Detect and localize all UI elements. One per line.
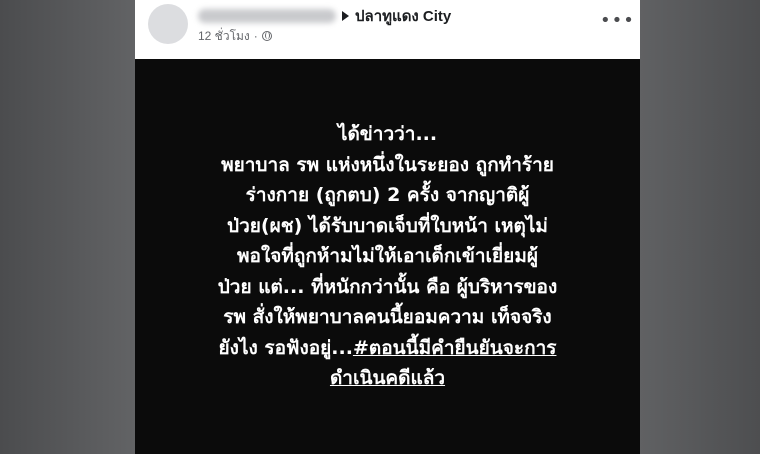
play-arrow-icon — [342, 11, 349, 21]
post-body: ได้ข่าวว่า... พยาบาล รพ แห่งหนึ่งในระยอง… — [135, 59, 640, 454]
text-line: ร่างกาย (ถูกตบ) 2 ครั้ง จากญาติผู้ — [245, 184, 530, 206]
hashtag-continuation: ดำเนินคดีแล้ว — [155, 363, 620, 394]
text-line: พอใจที่ถูกห้ามไม่ให้เอาเด็กเข้าเยี่ยมผู้ — [237, 245, 538, 267]
globe-icon — [261, 31, 272, 41]
group-name[interactable]: ปลาทูแดง City — [355, 4, 451, 28]
text-line: ป่วย(ผช) ได้รับบาดเจ็บที่ใบหน้า เหตุไม่ — [227, 214, 548, 237]
meta-separator: · — [253, 29, 258, 43]
more-options-icon[interactable]: ••• — [600, 12, 634, 30]
text-line: ป่วย แต่... ที่หนักกว่านั้น คือ ผู้บริหา… — [217, 275, 558, 298]
facebook-post: ปลาทูแดง City 12 ชั่วโมง · ••• ได้ข่าวว่… — [135, 0, 640, 454]
post-header: ปลาทูแดง City 12 ชั่วโมง · ••• — [135, 0, 640, 59]
text-line: รพ สั่งให้พยาบาลคนนี้ยอมความ เท็จจริง — [223, 306, 552, 328]
hashtag-link[interactable]: #ตอนนี้มีคำยืนยันจะการ — [353, 337, 557, 359]
hashtag-link-continued[interactable]: ดำเนินคดีแล้ว — [330, 367, 445, 389]
text-line: ได้ข่าวว่า... — [337, 123, 438, 145]
text-before-hashtag: ยังไง รอฟังอยู่... — [218, 336, 353, 359]
text-line-with-hashtag: ยังไง รอฟังอยู่...#ตอนนี้มีคำยืนยันจะการ — [155, 333, 620, 364]
post-text: ได้ข่าวว่า... พยาบาล รพ แห่งหนึ่งในระยอง… — [155, 119, 620, 394]
right-backdrop — [640, 0, 760, 454]
post-meta: 12 ชั่วโมง · — [198, 28, 272, 44]
blurred-author-name[interactable] — [198, 9, 336, 23]
avatar[interactable] — [148, 4, 188, 44]
post-time[interactable]: 12 ชั่วโมง — [198, 27, 250, 46]
author-line: ปลาทูแดง City — [198, 5, 451, 27]
left-backdrop — [0, 0, 135, 454]
text-line: พยาบาล รพ แห่งหนึ่งในระยอง ถูกทำร้าย — [221, 153, 554, 176]
